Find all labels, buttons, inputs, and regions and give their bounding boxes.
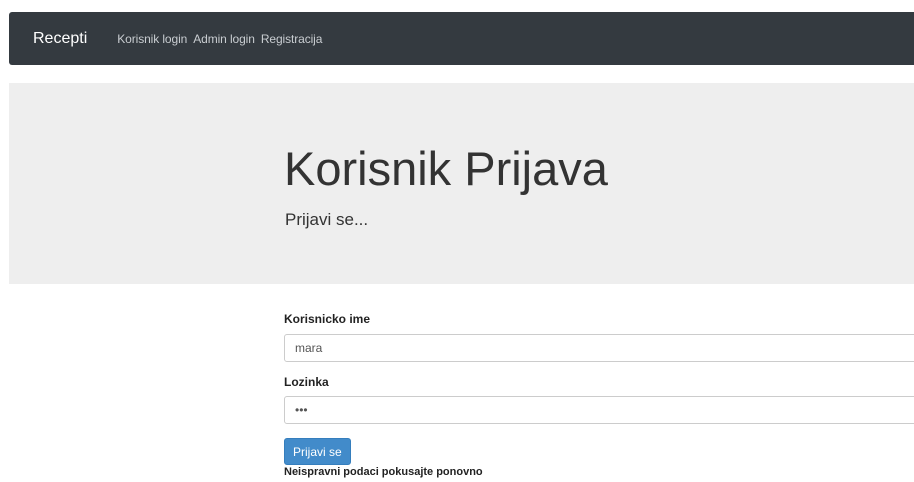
nav-link-korisnik-login[interactable]: Korisnik login bbox=[117, 32, 187, 46]
page-subtitle: Prijavi se... bbox=[285, 210, 369, 229]
password-label: Lozinka bbox=[284, 375, 329, 389]
username-label: Korisnicko ime bbox=[284, 312, 371, 326]
brand-link[interactable]: Recepti bbox=[33, 30, 87, 48]
nav-links: Korisnik login Admin login Registracija bbox=[117, 32, 322, 46]
page: Recepti Korisnik login Admin login Regis… bbox=[0, 0, 914, 482]
error-message: Neispravni podaci pokusajte ponovno bbox=[284, 466, 483, 478]
navbar: Recepti Korisnik login Admin login Regis… bbox=[9, 12, 914, 65]
username-field[interactable] bbox=[284, 334, 914, 362]
login-button[interactable]: Prijavi se bbox=[284, 438, 351, 465]
password-field[interactable] bbox=[284, 396, 914, 424]
jumbotron: Korisnik Prijava Prijavi se... bbox=[9, 83, 914, 284]
nav-link-registracija[interactable]: Registracija bbox=[261, 32, 323, 46]
nav-link-admin-login[interactable]: Admin login bbox=[193, 32, 255, 46]
page-title: Korisnik Prijava bbox=[284, 142, 608, 195]
